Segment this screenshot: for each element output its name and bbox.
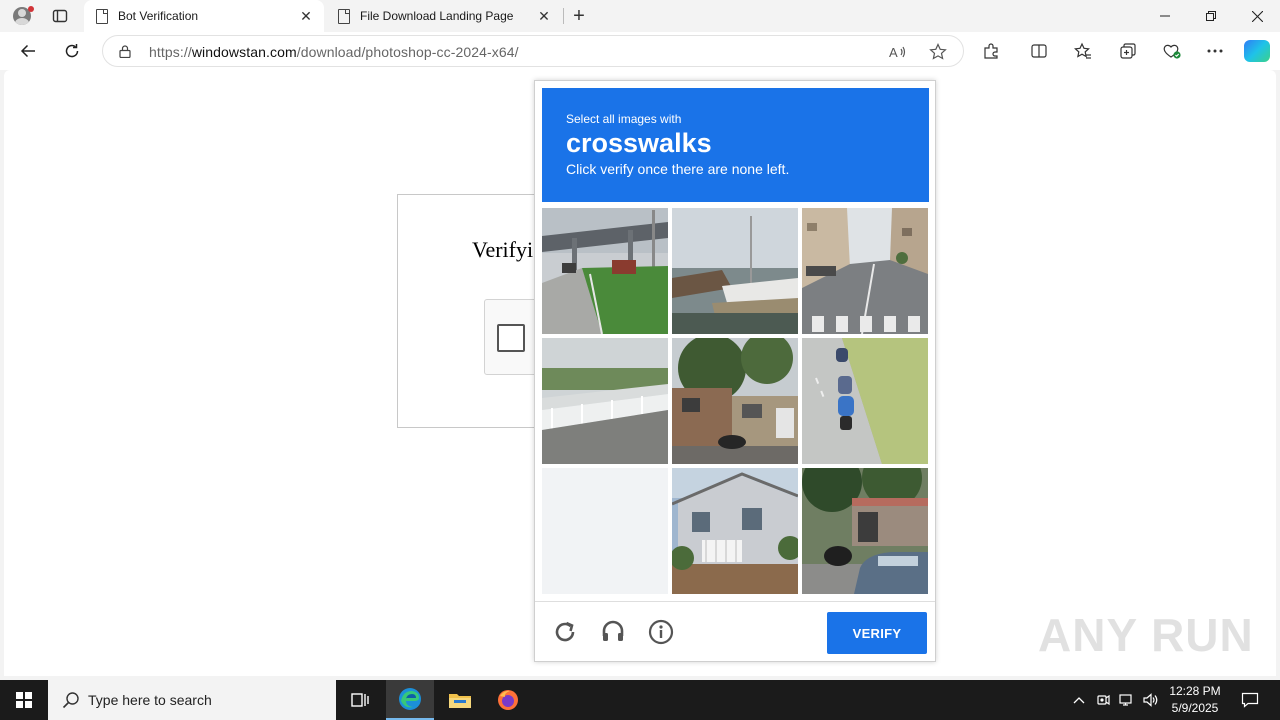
navigation-bar: https://windowstan.com/download/photosho… (0, 32, 1280, 70)
clock-time: 12:28 PM (1169, 684, 1221, 698)
captcha-tile[interactable] (672, 208, 798, 334)
tab-actions-icon[interactable] (46, 4, 74, 28)
search-placeholder: Type here to search (88, 692, 212, 708)
tab-bot-verification[interactable]: Bot Verification ✕ (84, 0, 324, 32)
audio-challenge-icon[interactable] (597, 616, 629, 648)
windows-logo-icon (16, 692, 32, 708)
captcha-header: Select all images with crosswalks Click … (542, 88, 929, 202)
address-bar[interactable]: https://windowstan.com/download/photosho… (102, 35, 964, 67)
refresh-challenge-icon[interactable] (549, 616, 581, 648)
edge-browser-icon[interactable] (386, 680, 434, 720)
tab-strip: Bot Verification ✕ File Download Landing… (0, 0, 1280, 32)
svg-text:A: A (889, 45, 898, 60)
system-clock[interactable]: 12:28 PM 5/9/2025 (1160, 683, 1230, 717)
page-icon (96, 8, 108, 24)
read-aloud-icon[interactable]: A (885, 40, 911, 64)
close-tab-icon[interactable]: ✕ (532, 4, 556, 28)
captcha-footer: VERIFY (535, 601, 935, 661)
taskbar-search-box[interactable]: Type here to search (48, 680, 336, 720)
captcha-checkbox[interactable] (497, 324, 525, 352)
meet-now-icon[interactable] (1092, 680, 1114, 720)
tab-separator (563, 8, 564, 24)
refresh-button[interactable] (56, 36, 88, 66)
page-title: Verifyi (472, 237, 534, 262)
network-icon[interactable] (1116, 680, 1138, 720)
captcha-instruction: Click verify once there are none left. (566, 161, 790, 177)
tab-title: Bot Verification (118, 9, 199, 23)
captcha-tile[interactable] (802, 208, 928, 334)
browser-essentials-icon[interactable] (1157, 37, 1187, 65)
page-icon (338, 8, 350, 24)
close-tab-icon[interactable]: ✕ (294, 4, 318, 28)
lock-icon[interactable] (119, 45, 131, 58)
taskbar: Type here to search 12:28 PM 5/9/2025 (0, 680, 1280, 720)
captcha-tile[interactable] (802, 338, 928, 464)
show-hidden-icons[interactable] (1068, 680, 1090, 720)
favorites-icon[interactable] (1068, 37, 1098, 65)
restore-button[interactable] (1188, 0, 1234, 32)
watermark-logo: ANY RUN (1038, 609, 1254, 661)
captcha-prompt: Select all images with (566, 112, 682, 126)
captcha-challenge-popup: Select all images with crosswalks Click … (534, 80, 936, 662)
clock-date: 5/9/2025 (1171, 701, 1219, 715)
split-screen-icon[interactable] (1024, 37, 1054, 65)
search-icon (62, 692, 79, 709)
url-text[interactable]: https://windowstan.com/download/photosho… (149, 44, 519, 60)
captcha-target: crosswalks (566, 128, 712, 158)
favorite-star-icon[interactable] (925, 40, 951, 64)
info-icon[interactable] (645, 616, 677, 648)
captcha-tile[interactable] (802, 468, 928, 594)
captcha-tile[interactable] (542, 208, 668, 334)
notification-center-icon[interactable] (1230, 680, 1270, 720)
copilot-icon[interactable] (1244, 40, 1270, 62)
collections-icon[interactable] (1113, 37, 1143, 65)
captcha-tile[interactable] (542, 468, 668, 594)
new-tab-button[interactable]: + (566, 4, 592, 28)
start-button[interactable] (0, 680, 48, 720)
minimize-button[interactable] (1142, 0, 1188, 32)
tab-title: File Download Landing Page (360, 9, 514, 23)
captcha-tile[interactable] (542, 338, 668, 464)
extensions-icon[interactable] (976, 37, 1006, 65)
captcha-tile[interactable] (672, 338, 798, 464)
settings-more-icon[interactable] (1200, 37, 1230, 65)
back-button[interactable] (12, 36, 44, 66)
file-explorer-icon[interactable] (436, 680, 484, 720)
tab-file-download[interactable]: File Download Landing Page ✕ (326, 0, 562, 32)
verify-button[interactable]: VERIFY (827, 612, 927, 654)
captcha-tile[interactable] (672, 468, 798, 594)
profile-avatar-icon[interactable] (8, 4, 36, 28)
volume-icon[interactable] (1140, 680, 1162, 720)
firefox-icon[interactable] (484, 680, 532, 720)
close-window-button[interactable] (1234, 0, 1280, 32)
captcha-image-grid (542, 208, 929, 595)
task-view-icon[interactable] (336, 680, 384, 720)
